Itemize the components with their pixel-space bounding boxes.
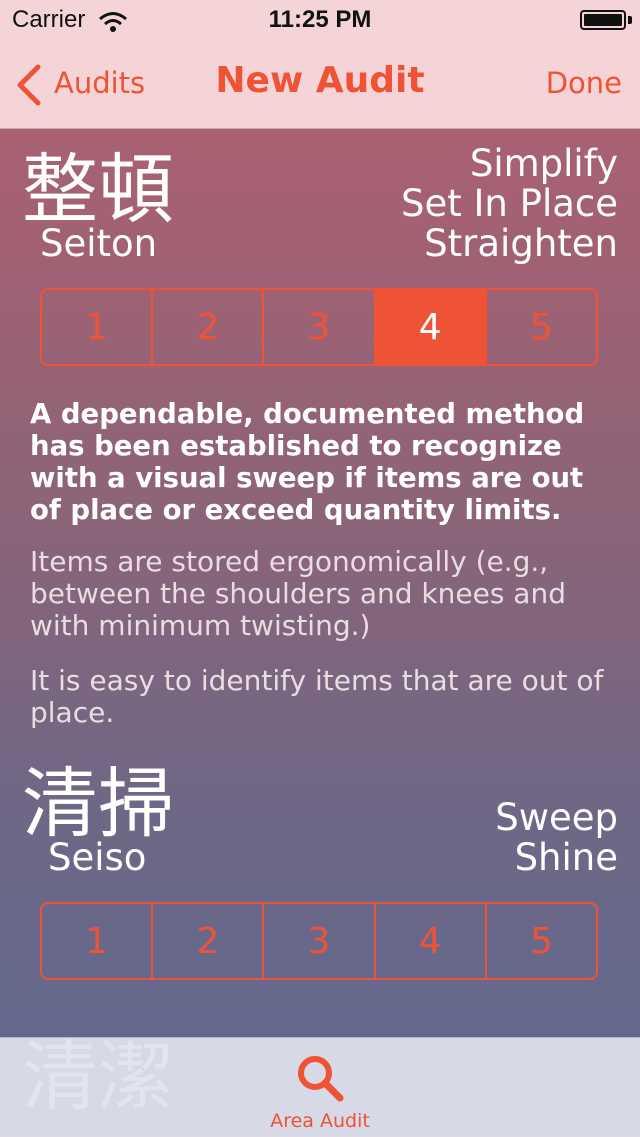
rating-note: It is easy to identify items that are ou… — [30, 664, 604, 729]
rating-description: A dependable, documented method has been… — [30, 398, 585, 526]
meaning-text: Shine — [514, 836, 618, 879]
rating-option-2[interactable]: 2 — [151, 290, 262, 364]
meaning-text: Sweep — [495, 796, 618, 839]
rating-option-2[interactable]: 2 — [151, 904, 262, 978]
page-title: New Audit — [215, 60, 425, 101]
rating-option-5[interactable]: 5 — [484, 904, 596, 978]
status-time: 11:25 PM — [268, 6, 372, 33]
section-kanji: 清掃 — [22, 759, 174, 848]
search-icon — [298, 1056, 344, 1102]
meaning-text: Set In Place — [400, 182, 618, 225]
rating-option-3[interactable]: 3 — [262, 904, 373, 978]
section-meanings: Simplify Set In Place Straighten — [401, 144, 618, 264]
done-button[interactable]: Done — [546, 66, 622, 100]
section-meanings: Sweep Shine — [495, 798, 618, 878]
rating-option-5[interactable]: 5 — [484, 290, 596, 364]
tab-bar: Area Audit — [0, 1037, 640, 1137]
rating-note: Items are stored ergonomically (e.g., be… — [30, 545, 566, 642]
rating-option-1[interactable]: 1 — [42, 290, 151, 364]
section-romaji: Seiso — [48, 836, 147, 879]
tab-label: Area Audit — [270, 1110, 370, 1132]
rating-option-3[interactable]: 3 — [262, 290, 373, 364]
battery-icon — [580, 10, 626, 30]
navigation-bar: Carrier 11:25 PM Audits New Audit Done — [0, 0, 640, 129]
rating-control: 1 2 3 4 5 — [40, 288, 598, 366]
meaning-text: Simplify — [469, 142, 618, 185]
meaning-text: Straighten — [424, 222, 618, 265]
rating-option-4[interactable]: 4 — [373, 904, 485, 978]
tab-area-audit[interactable]: Area Audit — [220, 1038, 420, 1137]
rating-option-1[interactable]: 1 — [42, 904, 151, 978]
section-kanji: 整頓 — [22, 145, 174, 234]
rating-control: 1 2 3 4 5 — [40, 902, 598, 980]
rating-option-4[interactable]: 4 — [373, 290, 485, 364]
section-romaji: Seiton — [40, 222, 158, 265]
battery-tip — [628, 16, 632, 24]
